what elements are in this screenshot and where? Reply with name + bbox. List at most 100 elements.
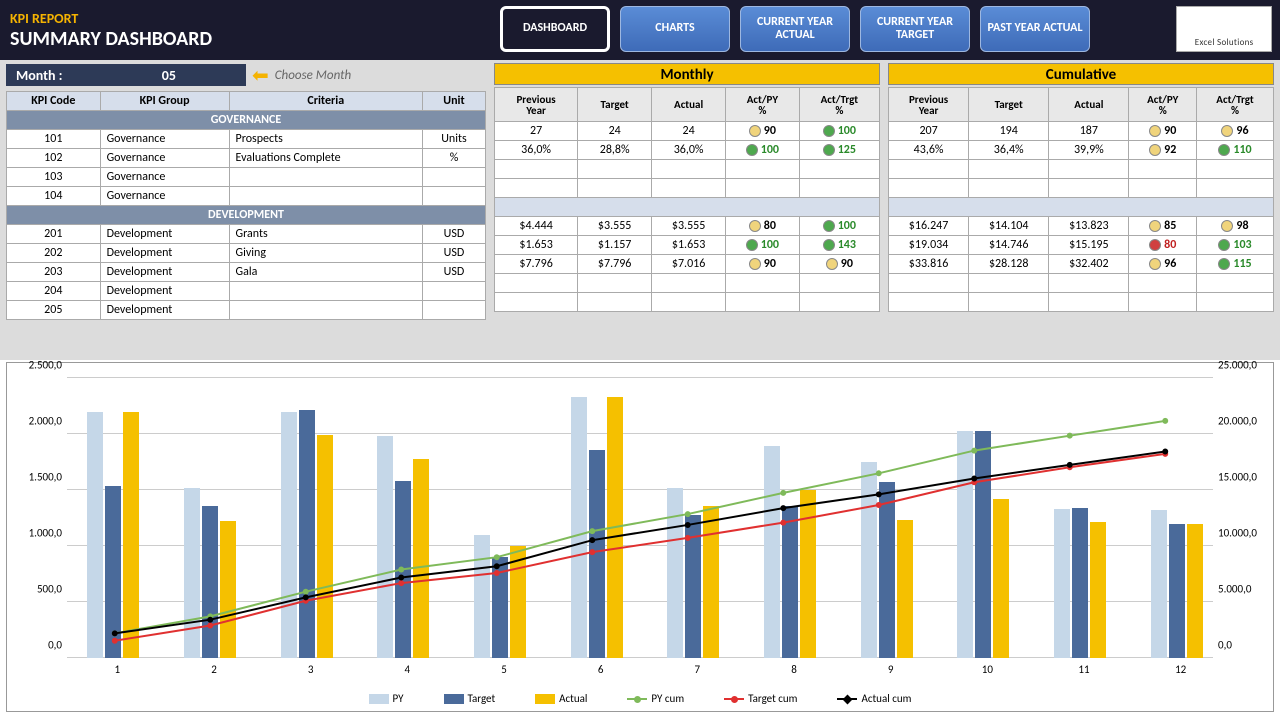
status-dot: [1221, 220, 1233, 232]
status-dot: [826, 258, 838, 270]
x-axis-label: 5: [474, 663, 534, 676]
y2-axis-label: 20.000,0: [1218, 415, 1268, 428]
metric-row: [495, 179, 880, 198]
metric-row: [889, 293, 1274, 312]
legend-item: Actual: [535, 692, 587, 705]
month-label: Month :: [16, 67, 63, 84]
header-bar: KPI REPORT SUMMARY DASHBOARD DASHBOARDCH…: [0, 0, 1280, 60]
nav-current-year-target[interactable]: CURRENT YEAR TARGET: [860, 6, 970, 52]
group-header: DEVELOPMENT: [7, 206, 486, 225]
metric-row: $16.247$14.104$13.8238598: [889, 217, 1274, 236]
metric-row: [889, 179, 1274, 198]
metric-row: 43,6%36,4%39,9%92110: [889, 141, 1274, 160]
status-dot: [749, 258, 761, 270]
y-axis-label: 1.500,0: [12, 471, 62, 484]
table-row: 103Governance: [7, 168, 486, 187]
x-axis-label: 4: [377, 663, 437, 676]
metric-row: $7.796$7.796$7.0169090: [495, 255, 880, 274]
x-axis-label: 8: [764, 663, 824, 676]
status-dot: [749, 125, 761, 137]
status-dot: [823, 125, 835, 137]
x-axis-label: 10: [957, 663, 1017, 676]
table-row: 202DevelopmentGivingUSD: [7, 244, 486, 263]
kpi-col-header: KPI Code: [7, 92, 101, 111]
nav-past-year-actual[interactable]: PAST YEAR ACTUAL: [980, 6, 1090, 52]
metric-row: $33.816$28.128$32.40296115: [889, 255, 1274, 274]
status-dot: [1149, 239, 1161, 251]
metric-row: [495, 293, 880, 312]
legend-item: Target cum: [724, 692, 797, 705]
month-value: 05: [162, 67, 176, 84]
kpi-col-header: Unit: [422, 92, 485, 111]
status-dot: [1149, 258, 1161, 270]
status-dot: [746, 144, 758, 156]
metric-title: Cumulative: [888, 63, 1274, 85]
kpi-table: KPI CodeKPI GroupCriteriaUnit GOVERNANCE…: [6, 91, 486, 320]
status-dot: [1218, 258, 1230, 270]
table-row: 204Development: [7, 282, 486, 301]
status-dot: [1221, 125, 1233, 137]
x-axis-label: 12: [1151, 663, 1211, 676]
metric-row: [495, 160, 880, 179]
metric-row: 36,0%28,8%36,0%100125: [495, 141, 880, 160]
logo-subtext: Excel Solutions: [1195, 37, 1254, 48]
metric-row: [889, 160, 1274, 179]
y-axis-label: 1.000,0: [12, 527, 62, 540]
table-row: 201DevelopmentGrantsUSD: [7, 225, 486, 244]
y2-axis-label: 25.000,0: [1218, 359, 1268, 372]
month-hint: Choose Month: [275, 68, 351, 83]
y-axis-label: 2.000,0: [12, 415, 62, 428]
metric-row: $4.444$3.555$3.55580100: [495, 217, 880, 236]
y-axis-label: 0,0: [12, 639, 62, 652]
y2-axis-label: 0,0: [1218, 639, 1268, 652]
metric-title: Monthly: [494, 63, 880, 85]
status-dot: [823, 144, 835, 156]
status-dot: [746, 239, 758, 251]
metric-row: 2071941879096: [889, 122, 1274, 141]
x-axis-label: 6: [571, 663, 631, 676]
status-dot: [1149, 144, 1161, 156]
status-dot: [1149, 220, 1161, 232]
nav-dashboard[interactable]: DASHBOARD: [500, 6, 610, 52]
chart: 0,0 500,0 1.000,0 1.500,0 2.000,0 2.500,0 0,0 5…: [6, 362, 1274, 712]
metric-block-monthly: MonthlyPreviousYearTargetActualAct/PY%Ac…: [494, 63, 880, 357]
x-axis-label: 2: [184, 663, 244, 676]
status-dot: [749, 220, 761, 232]
legend-item: PY: [369, 692, 404, 705]
x-axis-label: 9: [861, 663, 921, 676]
logo: someka Excel Solutions: [1176, 6, 1272, 52]
legend-item: Target: [444, 692, 496, 705]
metric-row: [889, 274, 1274, 293]
metric-block-cumulative: CumulativePreviousYearTargetActualAct/PY…: [888, 63, 1274, 357]
x-axis-label: 3: [281, 663, 341, 676]
page-title: SUMMARY DASHBOARD: [10, 27, 212, 51]
metric-row: 27242490100: [495, 122, 880, 141]
metric-row: [495, 274, 880, 293]
kpi-col-header: Criteria: [229, 92, 422, 111]
y2-axis-label: 5.000,0: [1218, 583, 1268, 596]
table-row: 102GovernanceEvaluations Complete%: [7, 149, 486, 168]
kpi-col-header: KPI Group: [100, 92, 229, 111]
nav-charts[interactable]: CHARTS: [620, 6, 730, 52]
table-row: 203DevelopmentGalaUSD: [7, 263, 486, 282]
report-label: KPI REPORT: [10, 10, 212, 27]
y-axis-label: 2.500,0: [12, 359, 62, 372]
y-axis-label: 500,0: [12, 583, 62, 596]
y2-axis-label: 10.000,0: [1218, 527, 1268, 540]
arrow-left-icon: ⬅: [252, 63, 269, 88]
table-row: 104Governance: [7, 187, 486, 206]
month-selector[interactable]: Month : 05: [6, 64, 246, 86]
logo-text: someka: [1187, 10, 1261, 37]
legend-item: Actual cum: [837, 692, 911, 705]
legend-item: PY cum: [627, 692, 684, 705]
x-axis-label: 11: [1054, 663, 1114, 676]
nav-current-year-actual[interactable]: CURRENT YEAR ACTUAL: [740, 6, 850, 52]
x-axis-label: 7: [667, 663, 727, 676]
y2-axis-label: 15.000,0: [1218, 471, 1268, 484]
x-axis-label: 1: [87, 663, 147, 676]
group-header: GOVERNANCE: [7, 111, 486, 130]
status-dot: [1218, 239, 1230, 251]
status-dot: [1149, 125, 1161, 137]
status-dot: [823, 239, 835, 251]
status-dot: [823, 220, 835, 232]
